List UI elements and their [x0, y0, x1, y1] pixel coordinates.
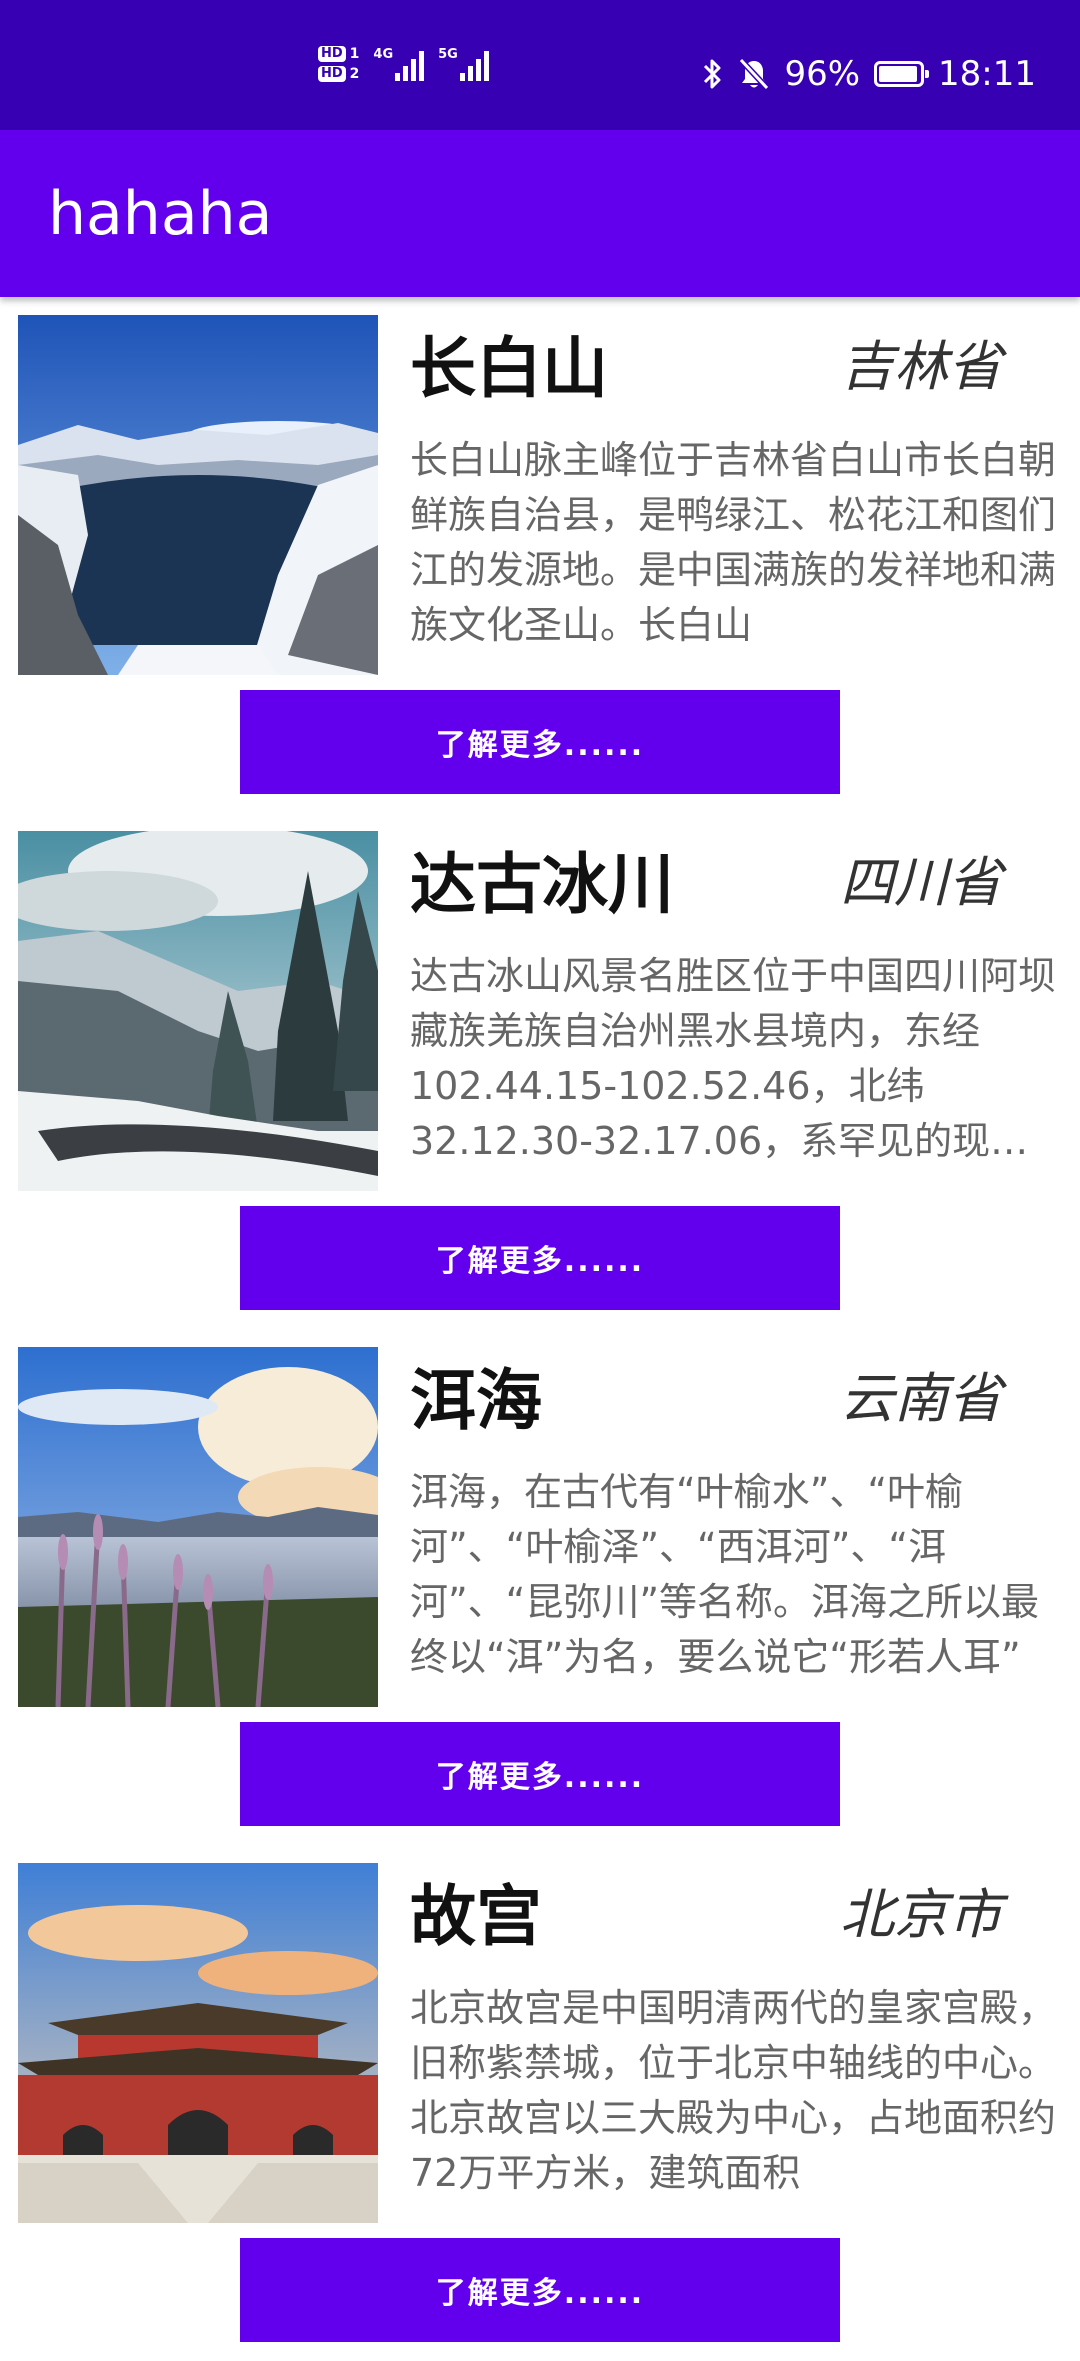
app-title: hahaha [48, 179, 273, 249]
place-image [18, 315, 378, 675]
list-item[interactable]: 洱海 云南省 洱海，在古代有“叶榆水”、“叶榆河”、“叶榆泽”、“西洱河”、“洱… [0, 1329, 1080, 1845]
place-description: 达古冰山风景名胜区位于中国四川阿坝藏族羌族自治州黑水县境内，东经102.44.1… [410, 954, 1057, 1163]
forbidden-city-image [18, 1863, 378, 2223]
mute-icon [739, 57, 770, 91]
places-list[interactable]: 长白山 吉林省 长白山脉主峰位于吉林省白山市长白朝鲜族自治县，是鸭绿江、松花江和… [0, 297, 1080, 2361]
place-image [18, 1863, 378, 2223]
place-name: 故宫 [410, 1878, 542, 1955]
place-image [18, 831, 378, 1191]
place-description: 北京故宫是中国明清两代的皇家宫殿，旧称紫禁城，位于北京中轴线的中心。北京故宫以三… [410, 1986, 1057, 2195]
battery-level-fill [879, 66, 918, 82]
status-bar: HD 1 HD 2 4G 5G 96% 18:11 [0, 0, 1080, 130]
clock: 18:11 [938, 54, 1036, 94]
battery-percent: 96% [784, 54, 861, 94]
list-item[interactable]: 长白山 吉林省 长白山脉主峰位于吉林省白山市长白朝鲜族自治县，是鸭绿江、松花江和… [0, 297, 1080, 813]
signal-indicators: HD 1 HD 2 4G 5G [318, 46, 489, 82]
list-item[interactable]: 达古冰川 四川省 达古冰山风景名胜区位于中国四川阿坝藏族羌族自治州黑水县境内，东… [0, 813, 1080, 1329]
place-province: 北京市 [840, 1883, 1002, 1946]
place-description: 长白山脉主峰位于吉林省白山市长白朝鲜族自治县，是鸭绿江、松花江和图们江的发源地。… [410, 438, 1057, 647]
dagu-glacier-image [18, 831, 378, 1191]
sim1-signal: 4G [373, 47, 425, 81]
learn-more-button[interactable]: 了解更多...... [240, 1722, 840, 1826]
battery-icon [874, 61, 930, 87]
place-province: 吉林省 [840, 335, 1002, 398]
place-name: 长白山 [410, 330, 608, 407]
sim1-number: 1 [349, 46, 360, 62]
place-name: 洱海 [410, 1362, 542, 1439]
sim2-number: 2 [349, 66, 360, 82]
place-image [18, 1347, 378, 1707]
signal-bars-icon [459, 47, 489, 81]
sim1-network-type: 4G [373, 47, 394, 62]
signal-bars-icon [395, 47, 425, 81]
sim2-signal: 5G [438, 47, 489, 81]
learn-more-button[interactable]: 了解更多...... [240, 690, 840, 794]
changbaishan-lake-image [18, 315, 378, 675]
list-item[interactable]: 故宫 北京市 北京故宫是中国明清两代的皇家宫殿，旧称紫禁城，位于北京中轴线的中心… [0, 1845, 1080, 2361]
sim2-network-type: 5G [438, 47, 458, 62]
app-bar: hahaha [0, 130, 1080, 297]
learn-more-button[interactable]: 了解更多...... [240, 1206, 840, 1310]
place-name: 达古冰川 [410, 846, 674, 923]
erhai-lake-image [18, 1347, 378, 1707]
place-province: 四川省 [840, 851, 1002, 914]
status-right: 96% 18:11 [702, 54, 1036, 94]
place-description: 洱海，在古代有“叶榆水”、“叶榆河”、“叶榆泽”、“西洱河”、“洱河”、“昆弥川… [410, 1470, 1040, 1679]
learn-more-button[interactable]: 了解更多...... [240, 2238, 840, 2342]
bluetooth-icon [704, 59, 721, 89]
hd-badge-1: HD [318, 46, 346, 62]
place-province: 云南省 [840, 1367, 1002, 1430]
hd-badge-2: HD [318, 66, 346, 82]
hd-voice-indicators: HD 1 HD 2 [318, 46, 359, 82]
